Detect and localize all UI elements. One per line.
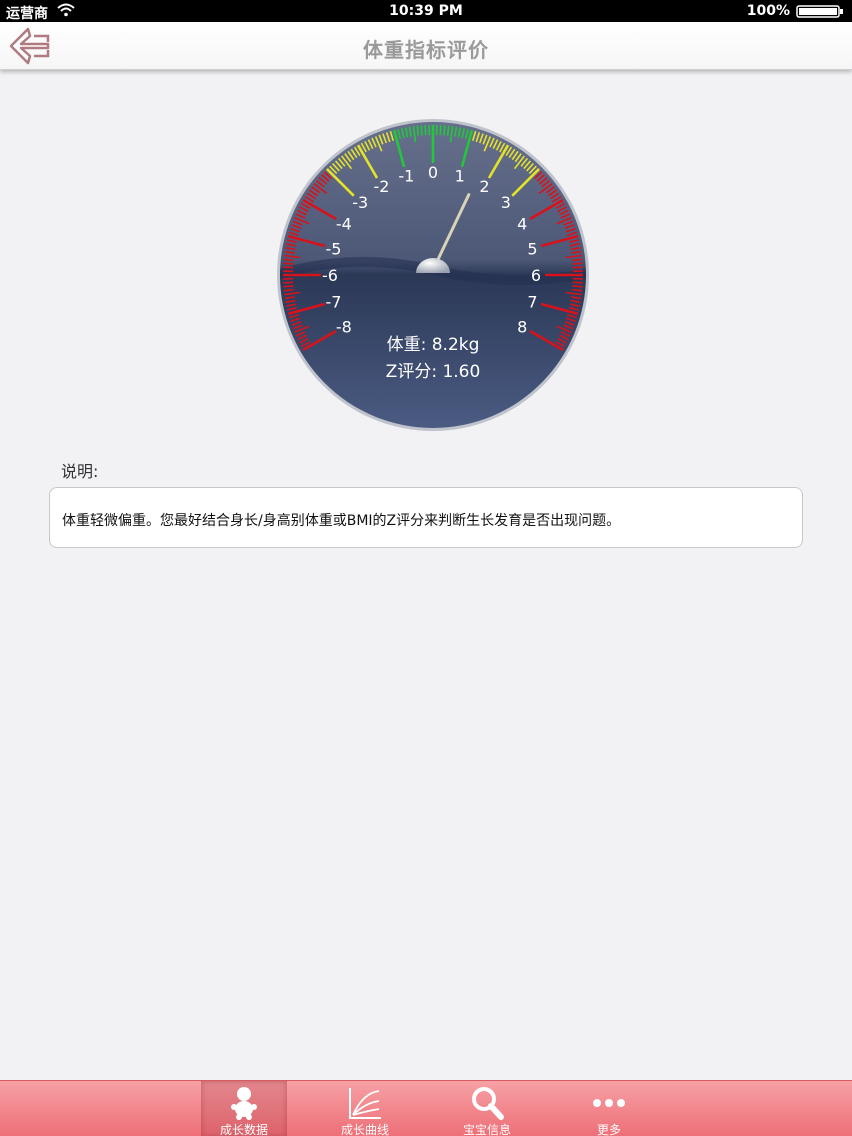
gauge-minor-tick	[283, 262, 294, 265]
gauge-minor-tick	[572, 266, 583, 269]
gauge-scale-label: 6	[531, 266, 541, 285]
gauge-scale-label: -6	[322, 266, 338, 285]
gauge-scale-label: -5	[326, 239, 342, 258]
chart-icon	[345, 1085, 385, 1121]
tab-growth-data[interactable]: 成长数据	[201, 1081, 287, 1136]
gauge-minor-tick	[572, 262, 583, 265]
clock: 10:39 PM	[389, 3, 463, 19]
gauge-scale-label: -8	[336, 318, 352, 337]
tab-label: 更多	[596, 1123, 621, 1136]
gauge-minor-tick	[283, 281, 294, 284]
gauge-scale-label: 3	[501, 193, 511, 212]
gauge-minor-tick	[572, 285, 583, 288]
gauge-minor-tick	[439, 125, 442, 136]
description-box: 体重轻微偏重。您最好结合身长/身高别体重或BMI的Z评分来判断生长发育是否出现问…	[49, 487, 803, 548]
more-icon	[589, 1085, 629, 1121]
gauge-minor-tick	[283, 258, 294, 262]
gauge-scale-label: 1	[455, 167, 465, 186]
gauge-minor-tick	[572, 281, 583, 284]
search-icon	[467, 1085, 507, 1121]
zscore-gauge: -8 -7 -6 -5 -4 -3 -2 -1 0 1 2 3 4 5 6 7 8 体重: 8.2kg Z评分:…	[275, 117, 591, 433]
gauge-minor-tick	[446, 125, 450, 136]
page-title: 体重指标评价	[363, 38, 489, 62]
tab-label: 宝宝信息	[462, 1123, 511, 1136]
gauge-zscore-text: Z评分: 1.60	[386, 362, 481, 382]
description-label: 说明:	[61, 462, 99, 481]
navigation-bar: 体重指标评价	[0, 22, 852, 70]
gauge-scale-label: 2	[479, 177, 489, 196]
gauge-minor-tick	[443, 125, 446, 136]
gauge-minor-tick	[572, 288, 583, 292]
gauge-scale-label: 7	[527, 293, 537, 312]
tab-more[interactable]: 更多	[566, 1081, 652, 1136]
battery-percent: 100%	[746, 3, 790, 19]
gauge-scale-label: 8	[517, 318, 527, 337]
gauge-minor-tick	[283, 285, 294, 288]
battery-icon	[796, 5, 844, 18]
status-bar: 运营商 10:39 PM 100%	[0, 0, 852, 22]
tab-label: 成长数据	[219, 1123, 268, 1136]
gauge-minor-tick	[283, 266, 294, 269]
baby-icon	[224, 1085, 264, 1121]
tab-baby-info[interactable]: 宝宝信息	[444, 1081, 530, 1136]
gauge-minor-tick	[424, 125, 427, 136]
gauge-minor-tick	[416, 125, 420, 136]
gauge-scale-label: 5	[527, 239, 537, 258]
tab-label: 成长曲线	[340, 1123, 389, 1136]
gauge-scale-label: -4	[336, 215, 352, 234]
gauge-scale-label: -3	[352, 193, 368, 212]
gauge-weight-text: 体重: 8.2kg	[387, 335, 480, 355]
gauge-minor-tick	[283, 288, 294, 292]
gauge-scale-label: -7	[326, 293, 342, 312]
gauge-scale-label: -1	[398, 167, 414, 186]
gauge-minor-tick	[420, 125, 423, 136]
description-text: 体重轻微偏重。您最好结合身长/身高别体重或BMI的Z评分来判断生长发育是否出现问…	[62, 513, 621, 529]
gauge-minor-tick	[572, 258, 583, 262]
gauge-scale-label: 0	[428, 163, 438, 182]
gauge-scale-label: -2	[374, 177, 390, 196]
tab-growth-curve[interactable]: 成长曲线	[322, 1081, 408, 1136]
gauge-scale-label: 4	[517, 215, 527, 234]
tab-bar: 成长数据 成长曲线 宝宝信息 更多	[0, 1080, 852, 1136]
